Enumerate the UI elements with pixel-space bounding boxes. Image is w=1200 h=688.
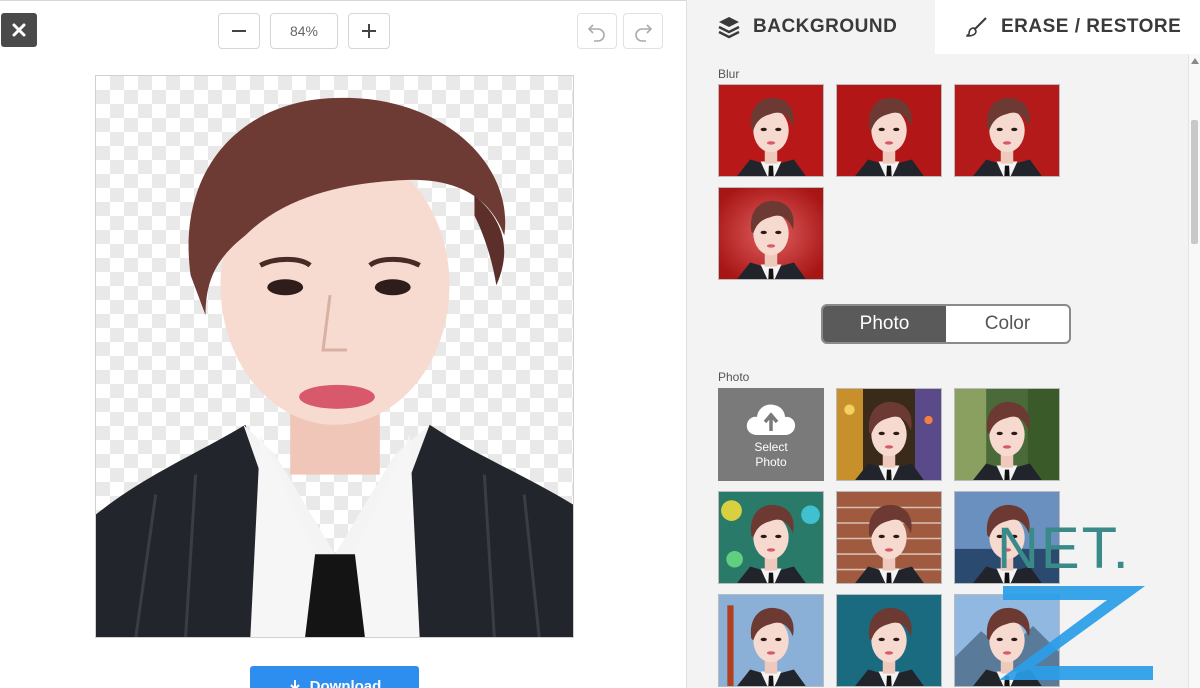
editor-area: 84% Download bbox=[0, 0, 686, 688]
background-panel: BACKGROUND ERASE / RESTORE Blur Photo Co… bbox=[686, 0, 1200, 688]
photo-bg-option-brick[interactable] bbox=[836, 491, 942, 584]
tab-background-label: BACKGROUND bbox=[753, 16, 898, 37]
background-type-toggle: Photo Color bbox=[821, 304, 1071, 344]
zoom-controls: 84% bbox=[218, 13, 390, 49]
download-icon bbox=[289, 680, 300, 688]
zoom-level-display: 84% bbox=[270, 13, 338, 49]
portrait-image bbox=[96, 97, 573, 637]
tab-erase-label: ERASE / RESTORE bbox=[1001, 16, 1182, 37]
download-button[interactable]: Download bbox=[250, 666, 419, 688]
close-x-icon bbox=[12, 23, 26, 37]
blur-thumb-image bbox=[837, 85, 941, 176]
photo-section-label: Photo bbox=[718, 370, 750, 384]
close-button[interactable] bbox=[1, 13, 37, 47]
select-photo-button[interactable]: Select Photo bbox=[718, 388, 824, 481]
plus-icon bbox=[362, 24, 376, 38]
photo-thumb-image bbox=[955, 389, 1059, 480]
blur-option-2[interactable] bbox=[836, 84, 942, 177]
photo-bg-option-forest[interactable] bbox=[954, 388, 1060, 481]
select-photo-line2: Photo bbox=[755, 454, 787, 469]
blur-option-3[interactable] bbox=[954, 84, 1060, 177]
photo-bg-option-teal[interactable] bbox=[836, 594, 942, 687]
blur-thumb-image bbox=[955, 85, 1059, 176]
blur-section-label: Blur bbox=[718, 67, 740, 81]
photo-thumb-image bbox=[719, 595, 823, 686]
cloud-upload-icon bbox=[746, 404, 796, 435]
toggle-color[interactable]: Color bbox=[946, 306, 1069, 342]
layers-icon bbox=[718, 17, 740, 39]
toggle-photo[interactable]: Photo bbox=[823, 306, 946, 342]
zoom-out-button[interactable] bbox=[218, 13, 260, 49]
photo-thumb-image bbox=[955, 492, 1059, 583]
blur-option-4[interactable] bbox=[718, 187, 824, 280]
history-controls bbox=[577, 13, 663, 49]
blur-thumb-image bbox=[719, 85, 823, 176]
photo-bg-option-bridge[interactable] bbox=[718, 594, 824, 687]
undo-icon bbox=[587, 24, 605, 42]
photo-thumb-image bbox=[837, 492, 941, 583]
image-canvas[interactable] bbox=[95, 75, 574, 638]
scroll-up-icon[interactable] bbox=[1191, 58, 1199, 64]
photo-thumb-image bbox=[837, 389, 941, 480]
panel-tabs: BACKGROUND ERASE / RESTORE bbox=[687, 0, 1200, 54]
photo-bg-option-lake[interactable] bbox=[954, 491, 1060, 584]
photo-thumb-image bbox=[837, 595, 941, 686]
blur-option-1[interactable] bbox=[718, 84, 824, 177]
panel-scrollbar[interactable] bbox=[1188, 54, 1200, 688]
brush-icon bbox=[966, 17, 987, 37]
download-label: Download bbox=[309, 677, 382, 688]
photo-bg-option-bokeh[interactable] bbox=[718, 491, 824, 584]
blur-thumb-image bbox=[719, 188, 823, 279]
photo-thumb-image bbox=[719, 492, 823, 583]
photo-bg-option-city-lights[interactable] bbox=[836, 388, 942, 481]
redo-button[interactable] bbox=[623, 13, 663, 49]
scrollbar-thumb[interactable] bbox=[1191, 120, 1198, 244]
minus-icon bbox=[232, 30, 246, 32]
tab-background[interactable]: BACKGROUND bbox=[687, 0, 935, 54]
select-photo-line1: Select bbox=[754, 439, 788, 454]
zoom-in-button[interactable] bbox=[348, 13, 390, 49]
redo-icon bbox=[635, 24, 653, 42]
photo-thumb-image bbox=[955, 595, 1059, 686]
undo-button[interactable] bbox=[577, 13, 617, 49]
tab-erase-restore[interactable]: ERASE / RESTORE bbox=[935, 0, 1200, 54]
photo-bg-option-mountain[interactable] bbox=[954, 594, 1060, 687]
